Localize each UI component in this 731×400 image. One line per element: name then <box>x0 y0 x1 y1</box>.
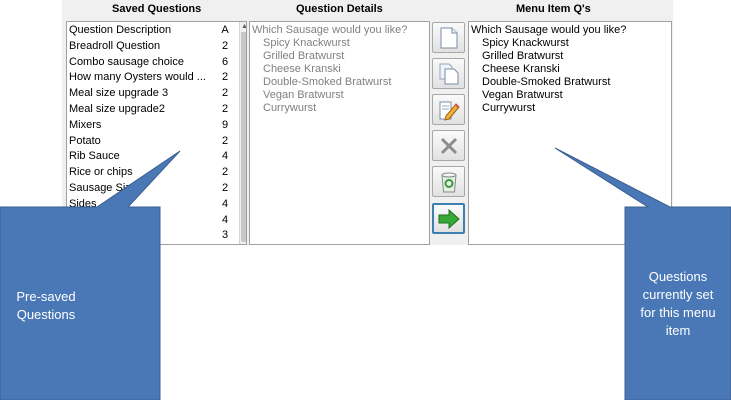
right-callout-text: Questions currently set for this menu it… <box>640 269 716 338</box>
callout-shapes <box>0 147 731 400</box>
left-callout-shape <box>0 150 181 400</box>
left-callout-text: Pre-saved Questions <box>16 289 76 322</box>
